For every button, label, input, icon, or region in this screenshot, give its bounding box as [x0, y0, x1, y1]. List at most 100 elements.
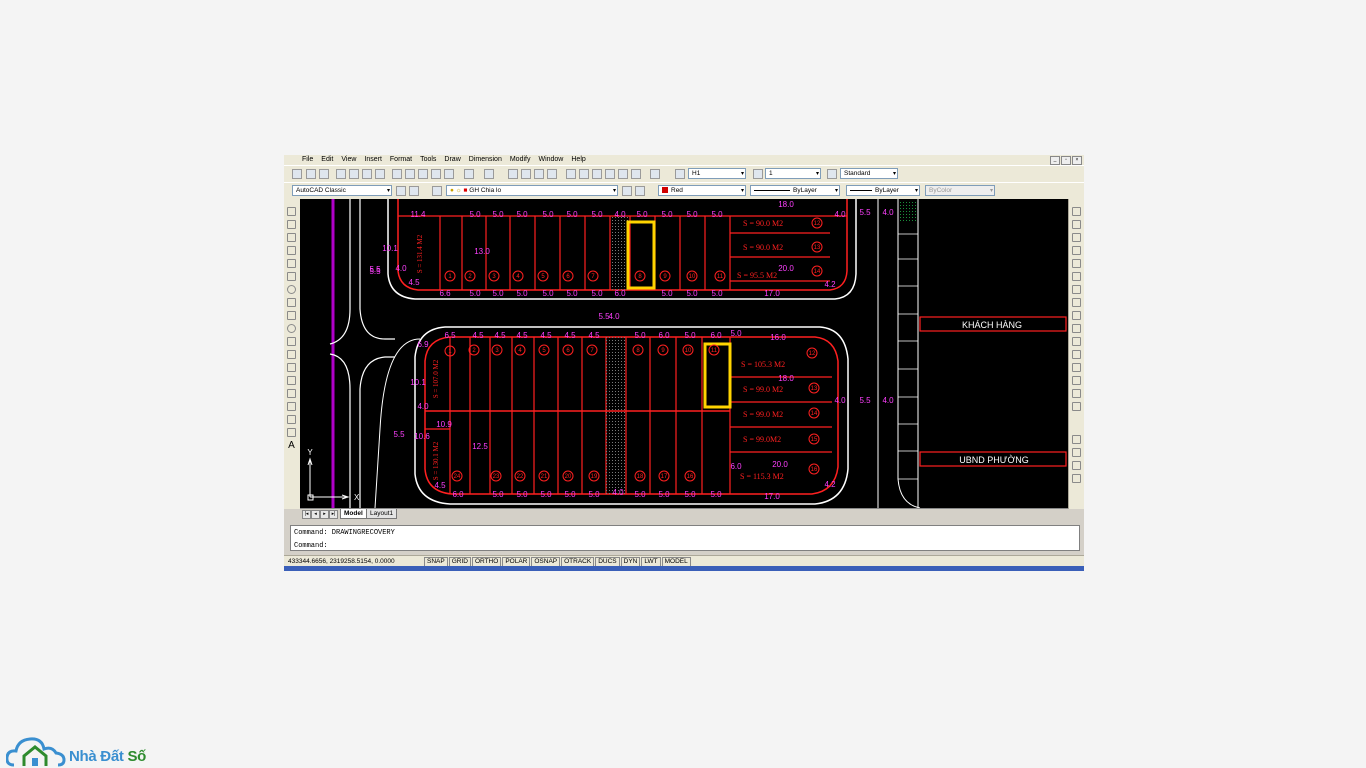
plot-icon[interactable]: [375, 169, 385, 179]
cut-icon[interactable]: [392, 169, 402, 179]
first-tab-icon[interactable]: |◂: [302, 510, 311, 519]
erase-icon[interactable]: [1072, 207, 1081, 216]
insert-block-icon[interactable]: [287, 350, 296, 359]
help-icon[interactable]: [650, 169, 660, 179]
menu-draw[interactable]: Draw: [440, 155, 464, 165]
command-prompt[interactable]: Command:: [294, 542, 328, 550]
markup-icon[interactable]: [618, 169, 628, 179]
block-editor-icon[interactable]: [444, 169, 454, 179]
design-center-icon[interactable]: [579, 169, 589, 179]
table-style-icon[interactable]: [827, 169, 837, 179]
table-style-select[interactable]: Standard ▾: [840, 168, 898, 179]
draw-order-icon[interactable]: [1072, 435, 1081, 444]
match-properties-icon[interactable]: [431, 169, 441, 179]
command-window[interactable]: Command: DRAWINGRECOVERY Command:: [290, 525, 1080, 551]
explode-icon[interactable]: [1072, 402, 1081, 411]
gradient-icon[interactable]: [287, 402, 296, 411]
lineweight-select[interactable]: ByLayer ▾: [846, 185, 920, 196]
layer-select[interactable]: ● ☼ ■ GH Chia lo ▾: [446, 185, 618, 196]
workspace-select[interactable]: AutoCAD Classic ▾: [292, 185, 392, 196]
stretch-icon[interactable]: [1072, 311, 1081, 320]
menu-dimension[interactable]: Dimension: [465, 155, 506, 165]
copy-icon[interactable]: [405, 169, 415, 179]
menu-help[interactable]: Help: [567, 155, 589, 165]
redo-icon[interactable]: [484, 169, 494, 179]
tool-palettes-icon[interactable]: [592, 169, 602, 179]
next-tab-icon[interactable]: ▸: [320, 510, 329, 519]
menu-modify[interactable]: Modify: [506, 155, 535, 165]
fillet-icon[interactable]: [1072, 389, 1081, 398]
rotate-icon[interactable]: [1072, 285, 1081, 294]
sheet-set-icon[interactable]: [605, 169, 615, 179]
construction-line-icon[interactable]: [287, 220, 296, 229]
arc-icon[interactable]: [287, 272, 296, 281]
multiline-text-icon[interactable]: A: [287, 441, 296, 451]
text-front-icon[interactable]: [1072, 474, 1081, 483]
publish-icon[interactable]: [362, 169, 372, 179]
trim-icon[interactable]: [1072, 324, 1081, 333]
menu-tools[interactable]: Tools: [416, 155, 440, 165]
region-icon[interactable]: [287, 415, 296, 424]
last-tab-icon[interactable]: ▸|: [329, 510, 338, 519]
properties-icon[interactable]: [566, 169, 576, 179]
tab-model[interactable]: Model: [340, 509, 367, 519]
polygon-icon[interactable]: [287, 246, 296, 255]
point-icon[interactable]: [287, 376, 296, 385]
zoom-window-icon[interactable]: [534, 169, 544, 179]
circle-icon[interactable]: [287, 285, 296, 294]
undo-icon[interactable]: [464, 169, 474, 179]
text-style-icon[interactable]: [675, 169, 685, 179]
menu-format[interactable]: Format: [386, 155, 416, 165]
array-icon[interactable]: [1072, 259, 1081, 268]
close-icon[interactable]: ×: [1072, 156, 1082, 165]
menu-file[interactable]: File: [298, 155, 317, 165]
rectangle-icon[interactable]: [287, 259, 296, 268]
menu-window[interactable]: Window: [534, 155, 567, 165]
ellipse-arc-icon[interactable]: [287, 337, 296, 346]
zoom-previous-icon[interactable]: [547, 169, 557, 179]
menu-insert[interactable]: Insert: [360, 155, 386, 165]
mirror-icon[interactable]: [1072, 233, 1081, 242]
workspace-settings-icon[interactable]: [396, 186, 406, 196]
extend-icon[interactable]: [1072, 337, 1081, 346]
restore-icon[interactable]: ▫: [1061, 156, 1071, 165]
hatch-icon[interactable]: [287, 389, 296, 398]
move-icon[interactable]: [1072, 272, 1081, 281]
tab-layout1[interactable]: Layout1: [366, 509, 398, 519]
plotstyle-select[interactable]: ByColor ▾: [925, 185, 995, 196]
bring-front-icon[interactable]: [1072, 448, 1081, 457]
line-icon[interactable]: [287, 207, 296, 216]
open-file-icon[interactable]: [306, 169, 316, 179]
ellipse-icon[interactable]: [287, 324, 296, 333]
dim-style-icon[interactable]: [753, 169, 763, 179]
workspace-save-icon[interactable]: [409, 186, 419, 196]
prev-tab-icon[interactable]: ◂: [311, 510, 320, 519]
text-style-select[interactable]: H1 ▾: [688, 168, 746, 179]
table-icon[interactable]: [287, 428, 296, 437]
color-select[interactable]: Red ▾: [658, 185, 746, 196]
save-icon[interactable]: [319, 169, 329, 179]
chamfer-icon[interactable]: [1072, 376, 1081, 385]
drawing-area[interactable]: KHÁCH HÀNG UBND PHƯỜNG 11.4 5.0 5.0 5.0 …: [300, 199, 1068, 508]
send-back-icon[interactable]: [1072, 461, 1081, 470]
make-block-icon[interactable]: [287, 363, 296, 372]
layer-previous-icon[interactable]: [635, 186, 645, 196]
offset-icon[interactable]: [1072, 246, 1081, 255]
copy-object-icon[interactable]: [1072, 220, 1081, 229]
scale-icon[interactable]: [1072, 298, 1081, 307]
make-layer-current-icon[interactable]: [622, 186, 632, 196]
polyline-icon[interactable]: [287, 233, 296, 242]
linetype-select[interactable]: ByLayer ▾: [750, 185, 840, 196]
join-icon[interactable]: [1072, 363, 1081, 372]
paste-icon[interactable]: [418, 169, 428, 179]
minimize-icon[interactable]: _: [1050, 156, 1060, 165]
dim-style-select[interactable]: 1 ▾: [765, 168, 821, 179]
new-file-icon[interactable]: [292, 169, 302, 179]
zoom-realtime-icon[interactable]: [521, 169, 531, 179]
pan-icon[interactable]: [508, 169, 518, 179]
break-icon[interactable]: [1072, 350, 1081, 359]
print-preview-icon[interactable]: [349, 169, 359, 179]
layer-manager-icon[interactable]: [432, 186, 442, 196]
print-icon[interactable]: [336, 169, 346, 179]
menu-view[interactable]: View: [337, 155, 360, 165]
